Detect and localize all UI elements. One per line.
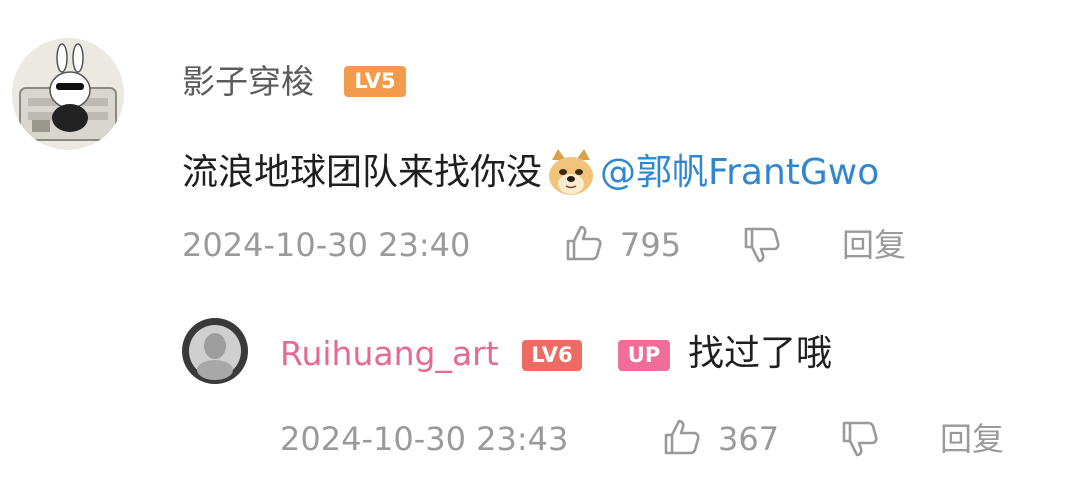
reply-meta: 2024-10-30 23:43 367 回复 — [280, 416, 1080, 462]
username[interactable]: Ruihuang_art — [280, 334, 499, 374]
reply-text: 找过了哦 — [688, 333, 833, 374]
mention-link[interactable]: @郭帆FrantGwo — [600, 149, 879, 197]
user-avatar-image — [182, 318, 248, 384]
level-badge: LV6 — [522, 340, 582, 371]
comment-body: 流浪地球团队来找你没 @郭帆FrantGwo — [182, 146, 879, 200]
up-badge: UP — [618, 340, 670, 371]
thumbs-down-icon[interactable] — [740, 224, 782, 266]
like-count: 367 — [718, 420, 780, 458]
avatar[interactable] — [182, 318, 248, 384]
timestamp: 2024-10-30 23:40 — [182, 226, 471, 264]
comment-meta: 2024-10-30 23:40 795 回复 — [182, 222, 982, 268]
comment-text: 流浪地球团队来找你没 — [182, 152, 543, 193]
timestamp: 2024-10-30 23:43 — [280, 420, 569, 458]
doge-emoji-icon — [544, 146, 598, 200]
thumbs-down-icon[interactable] — [838, 418, 880, 460]
avatar[interactable] — [12, 38, 124, 150]
thumbs-up-icon[interactable] — [562, 222, 604, 264]
user-avatar-image — [12, 38, 124, 150]
reply-button[interactable]: 回复 — [842, 226, 906, 264]
thumbs-up-icon[interactable] — [660, 416, 702, 458]
username[interactable]: 影子穿梭 — [182, 62, 314, 102]
like-count: 795 — [620, 226, 682, 264]
level-badge: LV5 — [344, 66, 406, 97]
comment-thread: 影子穿梭 LV5 流浪地球团队来找你没 @郭帆FrantGwo 2024-10-… — [0, 0, 1080, 503]
reply-button[interactable]: 回复 — [940, 420, 1004, 458]
